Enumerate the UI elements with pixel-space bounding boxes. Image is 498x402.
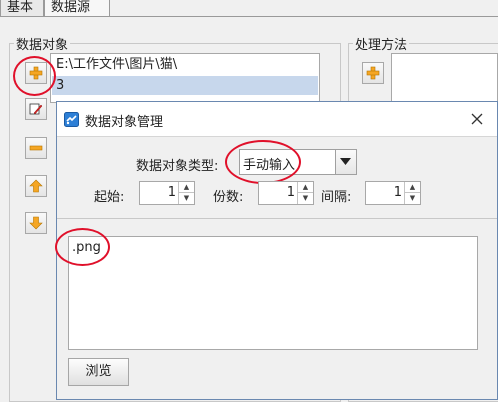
app-icon [64,112,79,127]
list-item[interactable]: E:\工作文件\图片\猫\ [52,55,318,74]
content-text: .png [72,240,101,255]
tab-divider [0,16,498,17]
spin-down-icon[interactable]: ▼ [179,193,194,204]
browse-button-label: 浏览 [85,364,112,379]
list-item-selected[interactable]: 3 [52,76,318,95]
dropdown-arrow-button[interactable] [335,150,356,174]
move-down-button[interactable] [25,212,47,234]
move-up-icon [29,179,43,193]
add-button[interactable] [25,62,47,84]
copies-value: 1 [286,185,295,200]
tab-datasource[interactable]: 数据源 [44,0,110,17]
dialog-titlebar[interactable]: 数据对象管理 [57,102,497,137]
close-icon[interactable] [471,113,483,125]
move-down-icon [29,216,43,230]
tab-datasource-label: 数据源 [51,0,91,15]
add-icon [366,66,380,80]
spin-down-icon[interactable]: ▼ [298,193,313,204]
move-up-button[interactable] [25,175,47,197]
edit-icon [29,103,43,115]
data-object-group-title: 数据对象 [14,34,71,53]
interval-label: 间隔: [321,190,352,205]
remove-button[interactable] [25,137,47,159]
dropdown-arrow-icon [340,158,351,165]
data-object-manager-dialog: 数据对象管理 数据对象类型: 手动输入 起始: 1 ▲ ▼ 份数: 1 ▲ ▼ 间隔… [55,101,498,400]
add-method-button[interactable] [362,62,384,84]
spin-up-icon[interactable]: ▲ [179,182,194,193]
copies-label: 份数: [213,190,244,205]
interval-spinner[interactable]: 1 ▲ ▼ [365,181,421,205]
edit-button[interactable] [25,98,47,120]
tab-basic[interactable]: 基本 [0,0,44,17]
data-object-list[interactable]: E:\工作文件\图片\猫\ 3 [50,53,320,103]
interval-value: 1 [393,185,402,200]
spin-up-icon[interactable]: ▲ [405,182,420,193]
processing-method-group-title: 处理方法 [353,34,410,53]
interval-spinner-arrows[interactable]: ▲ ▼ [404,182,420,204]
remove-icon [29,145,43,151]
type-label: 数据对象类型: [136,159,219,174]
type-select[interactable]: 手动输入 [239,149,357,175]
start-label: 起始: [94,190,125,205]
start-spinner-arrows[interactable]: ▲ ▼ [178,182,194,204]
start-spinner[interactable]: 1 ▲ ▼ [139,181,195,205]
spin-up-icon[interactable]: ▲ [298,182,313,193]
add-icon [29,66,43,80]
tab-basic-label: 基本 [7,0,34,15]
dialog-title: 数据对象管理 [85,115,164,130]
start-value: 1 [167,185,176,200]
copies-spinner[interactable]: 1 ▲ ▼ [258,181,314,205]
browse-button[interactable]: 浏览 [68,358,129,386]
type-select-value: 手动输入 [243,158,296,173]
processing-method-list[interactable] [391,53,498,103]
spin-down-icon[interactable]: ▼ [405,193,420,204]
content-textarea[interactable]: .png [68,236,478,350]
copies-spinner-arrows[interactable]: ▲ ▼ [297,182,313,204]
dialog-separator [57,218,497,219]
